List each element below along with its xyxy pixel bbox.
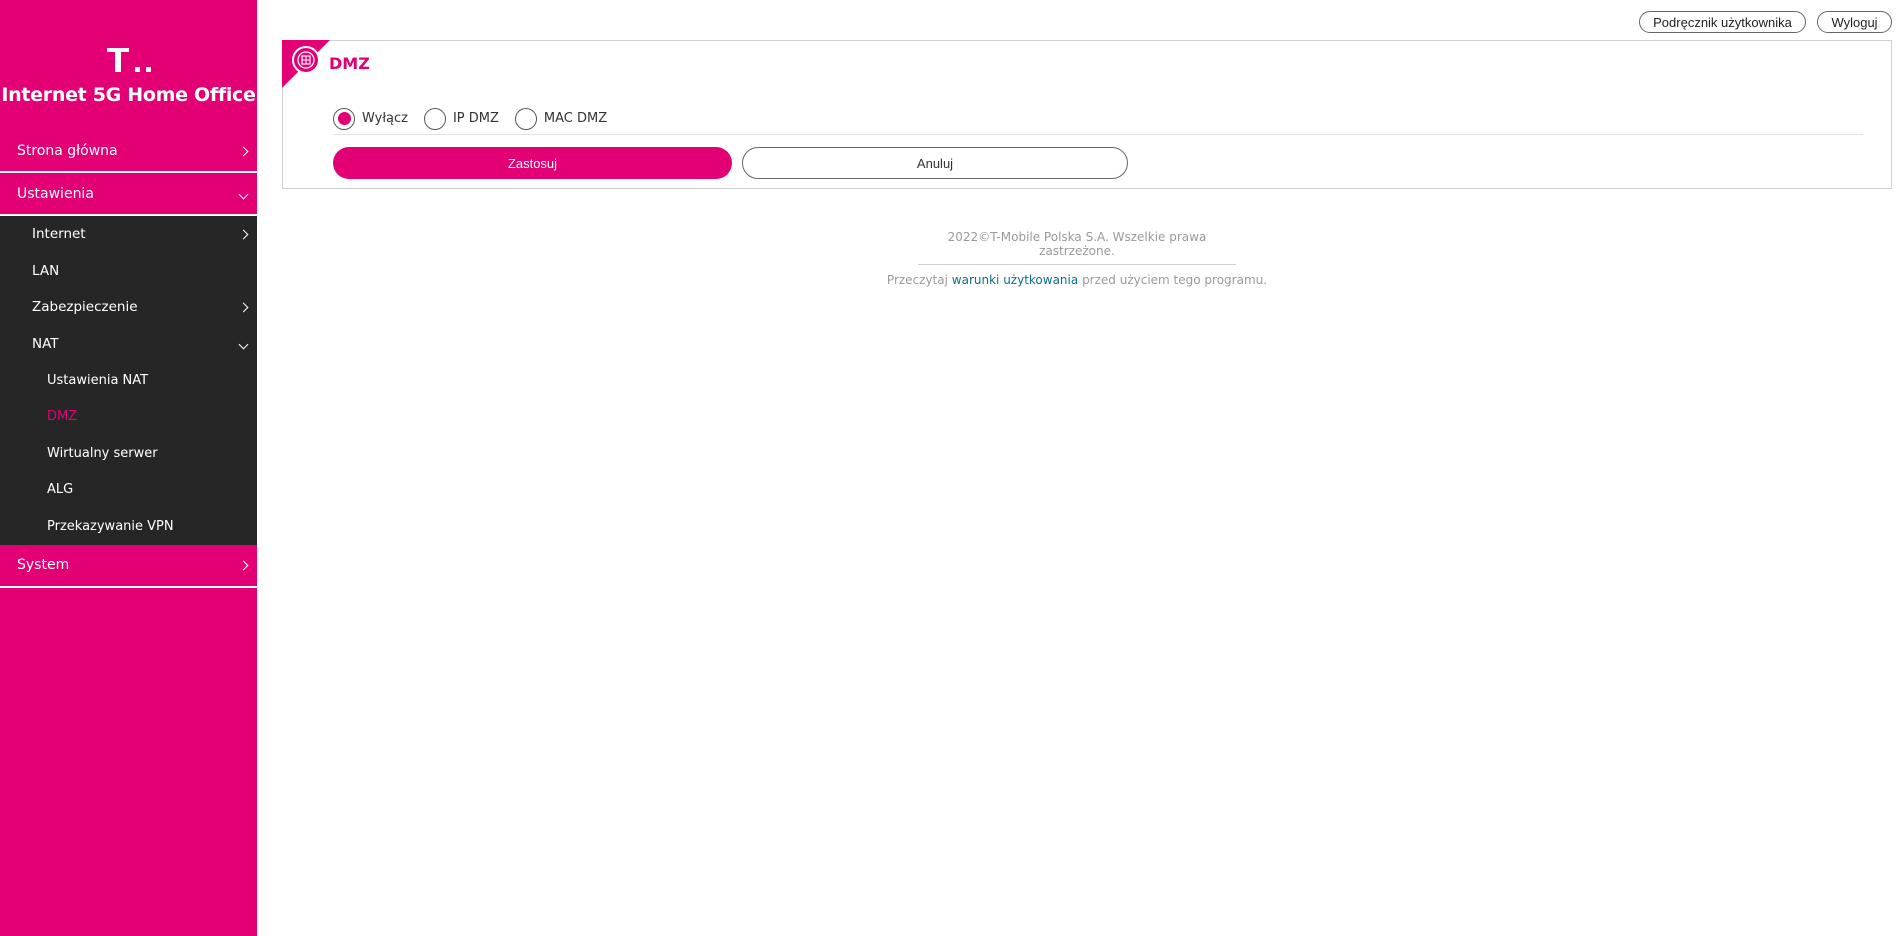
- sidebar-item-internet[interactable]: Internet: [0, 216, 257, 253]
- sidebar-item-label: LAN: [32, 262, 60, 279]
- sidebar-item-alg[interactable]: ALG: [0, 472, 257, 509]
- radio-button[interactable]: [423, 107, 446, 130]
- sidebar-item-label: NAT: [32, 335, 59, 352]
- chevron-right-icon: [238, 300, 249, 314]
- radio-mac-dmz[interactable]: MAC DMZ: [514, 107, 608, 130]
- user-manual-button[interactable]: Podręcznik użytkownika: [1639, 11, 1806, 33]
- sidebar-item-label: System: [17, 557, 70, 573]
- radio-disable[interactable]: Wyłącz: [333, 107, 408, 130]
- chevron-down-icon: [238, 187, 249, 201]
- telekom-t-logo-icon: [106, 44, 151, 72]
- sidebar-item-system[interactable]: System: [0, 545, 257, 588]
- sidebar-item-label: ALG: [47, 482, 74, 498]
- chevron-right-icon: [238, 558, 249, 572]
- sidebar-item-label: DMZ: [47, 409, 78, 425]
- radio-ip-dmz[interactable]: IP DMZ: [423, 107, 499, 130]
- sidebar-item-nat[interactable]: NAT: [0, 326, 257, 363]
- radio-label: MAC DMZ: [543, 111, 608, 126]
- cancel-button[interactable]: Anuluj: [742, 147, 1128, 179]
- apply-button[interactable]: Zastosuj: [333, 147, 732, 179]
- sidebar-item-settings[interactable]: Ustawienia: [0, 173, 257, 216]
- sidebar-item-nat-settings[interactable]: Ustawienia NAT: [0, 362, 257, 399]
- brand-title: Internet 5G Home Office: [1, 84, 256, 106]
- dmz-panel: DMZ Wyłącz IP DMZ MAC DMZ Zastosuj Anulu…: [282, 40, 1892, 189]
- footer: 2022©T-Mobile Polska S.A. Wszelkie prawa…: [257, 230, 1897, 287]
- brand: Internet 5G Home Office: [0, 0, 257, 130]
- sidebar-item-security[interactable]: Zabezpieczenie: [0, 289, 257, 326]
- radio-button[interactable]: [514, 107, 537, 130]
- sidebar-item-lan[interactable]: LAN: [0, 253, 257, 290]
- terms-prefix: Przeczytaj: [886, 273, 948, 287]
- sidebar-item-virtual-server[interactable]: Wirtualny serwer: [0, 435, 257, 472]
- sidebar: Internet 5G Home Office Strona główna Us…: [0, 0, 257, 936]
- terms-suffix: przed użyciem tego programu.: [1082, 273, 1268, 287]
- terms-line: Przeczytaj warunki użytkowania przed uży…: [257, 273, 1897, 287]
- radio-label: Wyłącz: [362, 111, 408, 126]
- sidebar-item-dmz[interactable]: DMZ: [0, 399, 257, 436]
- copyright-text: 2022©T-Mobile Polska S.A. Wszelkie prawa…: [918, 230, 1236, 265]
- sidebar-item-label: Wirtualny serwer: [47, 445, 158, 461]
- chevron-right-icon: [238, 227, 249, 241]
- radio-button-checked[interactable]: [333, 107, 355, 130]
- sidebar-item-label: Przekazywanie VPN: [47, 518, 174, 534]
- sidebar-item-home[interactable]: Strona główna: [0, 130, 257, 173]
- sidebar-item-label: Strona główna: [17, 142, 118, 159]
- dmz-mode-radio-group: Wyłącz IP DMZ MAC DMZ: [333, 103, 1863, 135]
- logout-button[interactable]: Wyloguj: [1817, 11, 1892, 33]
- dmz-icon: [292, 46, 320, 74]
- page-title: DMZ: [329, 54, 370, 73]
- sidebar-item-label: Internet: [32, 226, 86, 243]
- chevron-down-icon: [238, 337, 249, 351]
- sidebar-item-vpn-passthrough[interactable]: Przekazywanie VPN: [0, 508, 257, 545]
- chevron-right-icon: [238, 144, 249, 158]
- sidebar-item-label: Ustawienia: [17, 185, 94, 202]
- terms-of-use-link[interactable]: warunki użytkowania: [952, 273, 1078, 287]
- sidebar-item-label: Zabezpieczenie: [32, 299, 138, 316]
- sidebar-item-label: Ustawienia NAT: [47, 372, 149, 388]
- radio-label: IP DMZ: [452, 111, 499, 126]
- settings-submenu: Internet LAN Zabezpieczenie NAT Ustawien…: [0, 216, 257, 545]
